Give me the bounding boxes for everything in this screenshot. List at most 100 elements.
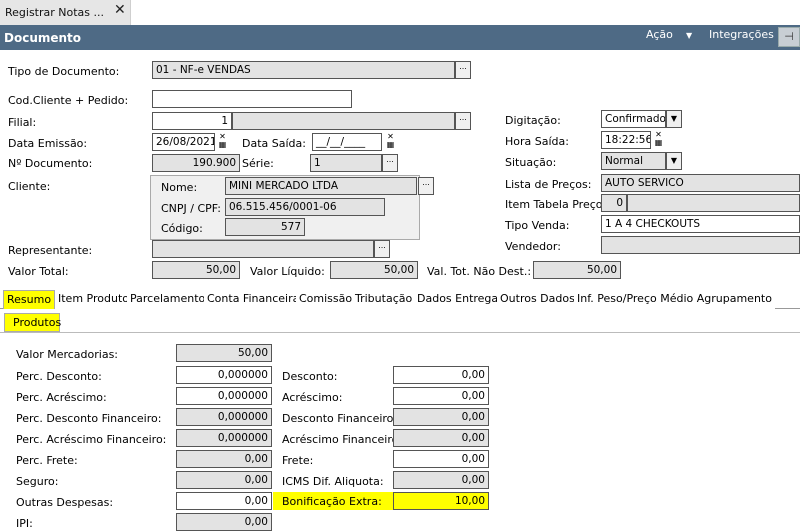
tipo-documento-field[interactable]: 01 - NF-e VENDAS: [152, 61, 455, 79]
subtab-divider: [0, 332, 800, 333]
desc-fin-field: 0,00: [393, 408, 489, 426]
tab-inf-peso[interactable]: Inf. Peso/Preço Médio Agrupamento: [574, 290, 775, 309]
nome-label: Nome:: [161, 181, 198, 194]
tipo-venda-label: Tipo Venda:: [505, 219, 570, 232]
hora-saida-input[interactable]: 18:22:56: [601, 131, 651, 149]
serie-field[interactable]: 1: [310, 154, 382, 172]
desc-fin-label: Desconto Financeiro:: [282, 412, 398, 425]
acao-menu[interactable]: Ação: [646, 28, 673, 41]
data-emissao-input[interactable]: 26/08/2021: [152, 133, 215, 151]
filial-code-field[interactable]: 1: [152, 112, 232, 130]
desconto-label: Desconto:: [282, 370, 338, 383]
tab-conta-financeira[interactable]: Conta Financeira: [204, 290, 304, 309]
cod-cliente-input[interactable]: [152, 90, 352, 108]
val-nao-dest-label: Val. Tot. Não Dest.:: [427, 265, 532, 278]
tipo-venda-field[interactable]: 1 A 4 CHECKOUTS: [601, 215, 800, 233]
close-icon[interactable]: ✕: [114, 2, 126, 18]
perc-frete-field: 0,00: [176, 450, 272, 468]
frete-label: Frete:: [282, 454, 314, 467]
frete-input[interactable]: 0,00: [393, 450, 489, 468]
ipi-label: IPI:: [16, 517, 33, 530]
tab-item-produto[interactable]: Item Produto: [55, 290, 133, 309]
outras-despesas-input[interactable]: 0,00: [176, 492, 272, 510]
ellipsis-icon: ...: [422, 178, 430, 187]
window-tab[interactable]: Registrar Notas ... ✕: [0, 0, 131, 25]
outras-despesas-label: Outras Despesas:: [16, 496, 114, 509]
item-tabela-label: Item Tabela Preço:: [505, 198, 607, 211]
header-bar: Documento Ação ▼ Integrações ⊣: [0, 25, 800, 50]
calendar-icon[interactable]: ✕ ▦: [216, 133, 229, 151]
tab-parcelamento[interactable]: Parcelamento: [127, 290, 210, 309]
cod-cliente-label: Cod.Cliente + Pedido:: [8, 94, 129, 107]
clock-icon[interactable]: ✕ ▦: [652, 131, 665, 149]
perc-desconto-input[interactable]: 0,000000: [176, 366, 272, 384]
cliente-codigo-field: 577: [225, 218, 305, 236]
vendedor-label: Vendedor:: [505, 240, 561, 253]
perc-desconto-label: Perc. Desconto:: [16, 370, 102, 383]
ellipsis-icon: ...: [459, 113, 467, 122]
cliente-nome-field: MINI MERCADO LTDA: [225, 177, 417, 195]
filial-lookup[interactable]: ...: [455, 112, 471, 130]
tab-dados-entrega[interactable]: Dados Entrega: [414, 290, 503, 309]
subtab-produtos[interactable]: Produtos: [4, 313, 61, 332]
tab-comissao[interactable]: Comissão: [296, 290, 357, 309]
codigo-label: Código:: [161, 222, 203, 235]
serie-lookup[interactable]: ...: [382, 154, 398, 172]
perc-desc-fin-label: Perc. Desconto Financeiro:: [16, 412, 162, 425]
digitacao-label: Digitação:: [505, 114, 561, 127]
ellipsis-icon: ...: [386, 155, 394, 164]
chevron-down-icon[interactable]: ▼: [686, 31, 692, 40]
seguro-label: Seguro:: [16, 475, 59, 488]
tipo-documento-lookup[interactable]: ...: [455, 61, 471, 79]
pin-icon[interactable]: ⊣: [778, 27, 800, 47]
filial-name-field: [232, 112, 455, 130]
cliente-label: Cliente:: [8, 180, 51, 193]
valor-total-label: Valor Total:: [8, 265, 69, 278]
window-tab-title: Registrar Notas ...: [5, 6, 105, 19]
representante-lookup[interactable]: ...: [374, 240, 390, 258]
item-tabela-code[interactable]: 0: [601, 194, 627, 212]
lista-precos-field[interactable]: AUTO SERVICO: [601, 174, 800, 192]
perc-frete-label: Perc. Frete:: [16, 454, 78, 467]
data-emissao-label: Data Emissão:: [8, 137, 88, 150]
perc-desc-fin-field: 0,000000: [176, 408, 272, 426]
valor-total-field: 50,00: [152, 261, 240, 279]
cliente-cnpj-field: 06.515.456/0001-06: [225, 198, 385, 216]
chevron-down-icon[interactable]: ▼: [666, 110, 682, 128]
tab-resumo[interactable]: Resumo: [3, 290, 56, 309]
hora-saida-label: Hora Saída:: [505, 135, 569, 148]
num-documento-field: 190.900: [152, 154, 240, 172]
lista-precos-label: Lista de Preços:: [505, 178, 592, 191]
desconto-input[interactable]: 0,00: [393, 366, 489, 384]
data-saida-label: Data Saída:: [242, 137, 306, 150]
cnpj-label: CNPJ / CPF:: [161, 202, 221, 215]
situacao-select[interactable]: Normal: [601, 152, 666, 170]
integracoes-menu[interactable]: Integrações: [709, 28, 774, 41]
tab-tributacao[interactable]: Tributação: [352, 290, 417, 309]
filial-label: Filial:: [8, 116, 37, 129]
acrescimo-input[interactable]: 0,00: [393, 387, 489, 405]
tab-outros-dados[interactable]: Outros Dados: [497, 290, 579, 309]
valor-liquido-label: Valor Líquido:: [250, 265, 325, 278]
perc-acrescimo-label: Perc. Acréscimo:: [16, 391, 107, 404]
vendedor-field[interactable]: [601, 236, 800, 254]
ellipsis-icon: ...: [459, 62, 467, 71]
data-saida-input[interactable]: __/__/____: [312, 133, 382, 151]
chevron-down-icon[interactable]: ▼: [666, 152, 682, 170]
valor-mercadorias-label: Valor Mercadorias:: [16, 348, 119, 361]
ellipsis-icon: ...: [378, 241, 386, 250]
num-documento-label: Nº Documento:: [8, 157, 93, 170]
representante-field[interactable]: [152, 240, 374, 258]
icms-dif-field: 0,00: [393, 471, 489, 489]
valor-liquido-field: 50,00: [330, 261, 418, 279]
tipo-documento-label: Tipo de Documento:: [8, 65, 120, 78]
perc-acrescimo-input[interactable]: 0,000000: [176, 387, 272, 405]
item-tabela-field[interactable]: [627, 194, 800, 212]
calendar-icon[interactable]: ✕ ▦: [384, 133, 397, 151]
digitacao-select[interactable]: Confirmado: [601, 110, 666, 128]
acr-fin-label: Acréscimo Financeiro:: [282, 433, 403, 446]
seguro-field: 0,00: [176, 471, 272, 489]
bonificacao-input[interactable]: 10,00: [393, 492, 489, 510]
cliente-lookup[interactable]: ...: [418, 177, 434, 195]
acrescimo-label: Acréscimo:: [282, 391, 343, 404]
